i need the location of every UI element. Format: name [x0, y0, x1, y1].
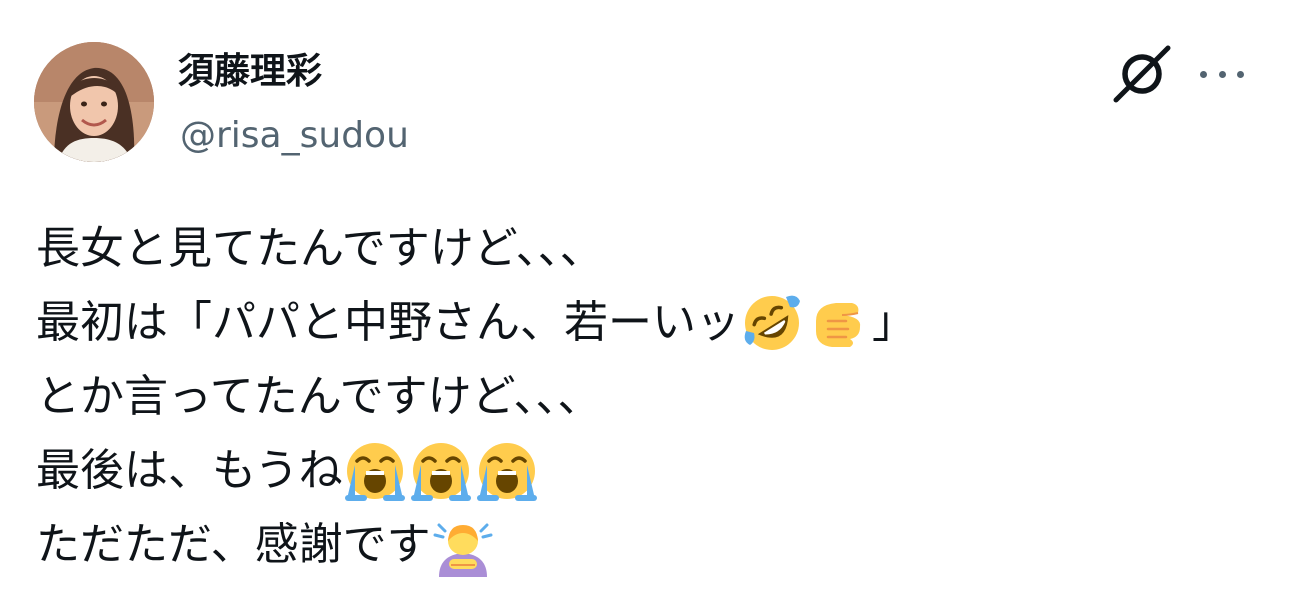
user-handle[interactable]: @risa_sudou	[180, 114, 409, 158]
tweet-line-text: とか言ってたんですけど、、、	[36, 371, 602, 422]
tweet-line: 最初は「パパと中野さん、若ーいッ 」	[36, 286, 1256, 360]
avatar[interactable]	[34, 42, 154, 162]
tweet-line-text: 長女と見てたんですけど、、、	[36, 223, 604, 274]
person-bowing-emoji	[431, 513, 495, 577]
display-name[interactable]: 須藤理彩	[178, 50, 322, 94]
more-dot	[1218, 70, 1226, 78]
tweet-line: 最後は、もうね	[36, 434, 1256, 508]
tweet-card: 須藤理彩 @risa_sudou 長女と見てたんですけど、、、 最初は「パパと中…	[0, 0, 1292, 611]
tweet-line-suffix: 」	[872, 297, 916, 348]
tweet-line-text: 最後は、もうね	[36, 445, 343, 496]
more-options-icon[interactable]	[1196, 56, 1248, 92]
tweet-line: ただただ、感謝です	[36, 508, 1256, 582]
tweet-line: 長女と見てたんですけど、、、	[36, 212, 1256, 286]
tweet-line-text: ただただ、感謝です	[36, 519, 431, 570]
tweet-text: 長女と見てたんですけど、、、 最初は「パパと中野さん、若ーいッ 」 とか言ってた…	[36, 212, 1256, 582]
more-dot	[1200, 70, 1207, 78]
more-dot	[1237, 70, 1244, 78]
loudly-crying-face-emoji	[475, 439, 539, 503]
tweet-line: とか言ってたんですけど、、、	[36, 360, 1256, 434]
loudly-crying-face-emoji	[409, 439, 473, 503]
slashed-circle-brand-icon[interactable]	[1112, 44, 1172, 104]
tweet-line-text: 最初は「パパと中野さん、若ーいッ	[36, 297, 740, 348]
loudly-crying-face-emoji	[343, 439, 407, 503]
pointing-hand-emoji	[806, 291, 870, 355]
rolling-on-floor-laughing-emoji	[740, 291, 804, 355]
